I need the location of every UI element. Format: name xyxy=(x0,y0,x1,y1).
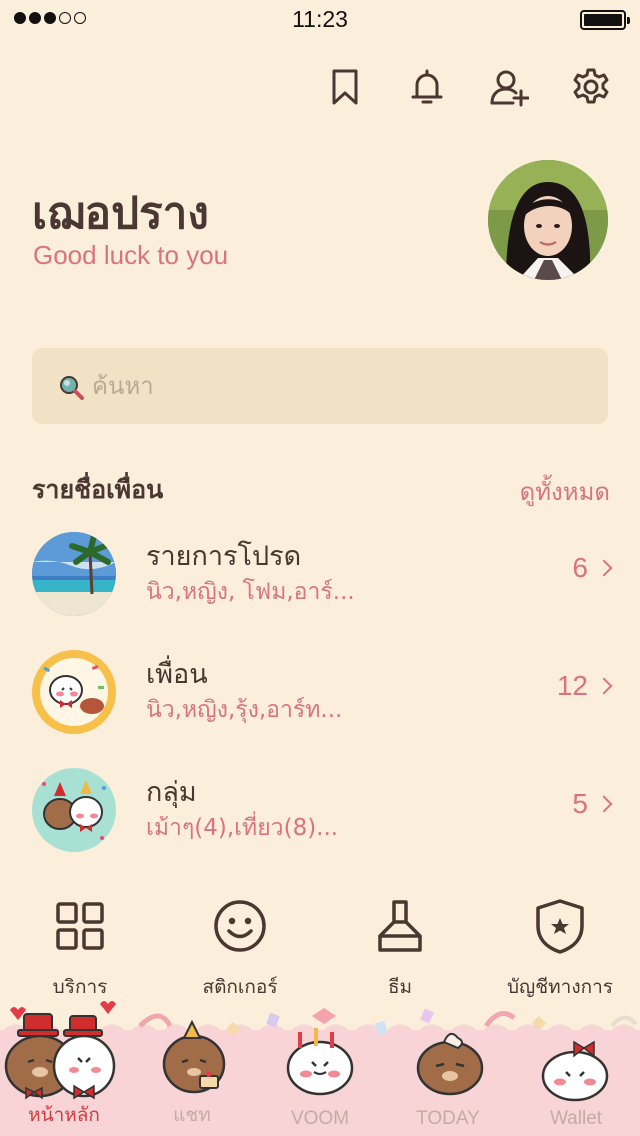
tab-wallet[interactable]: Wallet xyxy=(512,1108,640,1130)
profile-name[interactable]: เฌอปราง xyxy=(32,178,209,248)
search-icon xyxy=(60,376,84,400)
list-title: รายการโปรด xyxy=(146,541,302,572)
bell-icon[interactable] xyxy=(404,64,450,110)
search-bar[interactable] xyxy=(32,348,608,424)
official-account-shield-icon xyxy=(536,899,584,954)
services-grid-icon xyxy=(56,902,104,950)
list-title: เพื่อน xyxy=(146,659,208,690)
battery-icon xyxy=(580,10,630,30)
list-subtitle: นิว,หญิง,รุ้ง,อาร์ท... xyxy=(146,697,343,723)
search-input[interactable] xyxy=(92,348,572,424)
theme-brush-icon xyxy=(378,900,422,952)
chats-tab-mascot-icon[interactable] xyxy=(160,1020,230,1096)
today-tab-mascot-icon[interactable] xyxy=(414,1024,486,1096)
feature-official-accounts[interactable]: บัญชีทางการ xyxy=(480,896,640,1002)
list-count: 6 xyxy=(572,552,613,584)
list-item-favorites[interactable]: รายการโปรด นิว,หญิง, โฟม,อาร์... 6 xyxy=(0,524,640,624)
friends-section-title: รายชื่อเพื่อน xyxy=(32,475,164,504)
sticker-smile-icon xyxy=(214,900,266,952)
wallet-tab-mascot-icon[interactable] xyxy=(540,1040,610,1102)
feature-services[interactable]: บริการ xyxy=(0,896,160,1002)
status-time: 11:23 xyxy=(292,6,348,32)
voom-tab-mascot-icon[interactable] xyxy=(284,1024,356,1096)
chevron-right-icon xyxy=(595,559,613,577)
tab-voom[interactable]: VOOM xyxy=(256,1108,384,1130)
tab-today[interactable]: TODAY xyxy=(384,1108,512,1130)
list-subtitle: นิว,หญิง, โฟม,อาร์... xyxy=(146,579,355,605)
friends-thumbnail xyxy=(32,650,116,734)
list-subtitle: เม้าๆ(4),เที่ยว(8)... xyxy=(146,815,339,841)
feature-stickers[interactable]: สติกเกอร์ xyxy=(160,896,320,1002)
feature-themes[interactable]: ธีม xyxy=(320,896,480,1002)
list-count: 12 xyxy=(557,670,613,702)
list-item-friends[interactable]: เพื่อน นิว,หญิง,รุ้ง,อาร์ท... 12 xyxy=(0,642,640,742)
favorites-thumbnail xyxy=(32,532,116,616)
status-bar: 11:23 xyxy=(0,0,640,40)
home-tab-mascot-icon[interactable] xyxy=(2,1008,122,1108)
bookmark-icon[interactable] xyxy=(322,64,368,110)
list-title: กลุ่ม xyxy=(146,777,197,808)
chevron-right-icon xyxy=(595,677,613,695)
chevron-right-icon xyxy=(595,795,613,813)
list-item-groups[interactable]: กลุ่ม เม้าๆ(4),เที่ยว(8)... 5 xyxy=(0,760,640,860)
groups-thumbnail xyxy=(32,768,116,852)
see-all-link[interactable]: ดูทั้งหมด xyxy=(520,472,610,511)
add-friend-icon[interactable] xyxy=(486,64,532,110)
profile-status-message[interactable]: Good luck to you xyxy=(33,240,228,271)
header-actions xyxy=(322,64,614,110)
settings-icon[interactable] xyxy=(568,64,614,110)
tab-chats[interactable]: แชท xyxy=(128,1100,256,1130)
list-count: 5 xyxy=(572,788,613,820)
profile-avatar[interactable] xyxy=(488,160,608,280)
